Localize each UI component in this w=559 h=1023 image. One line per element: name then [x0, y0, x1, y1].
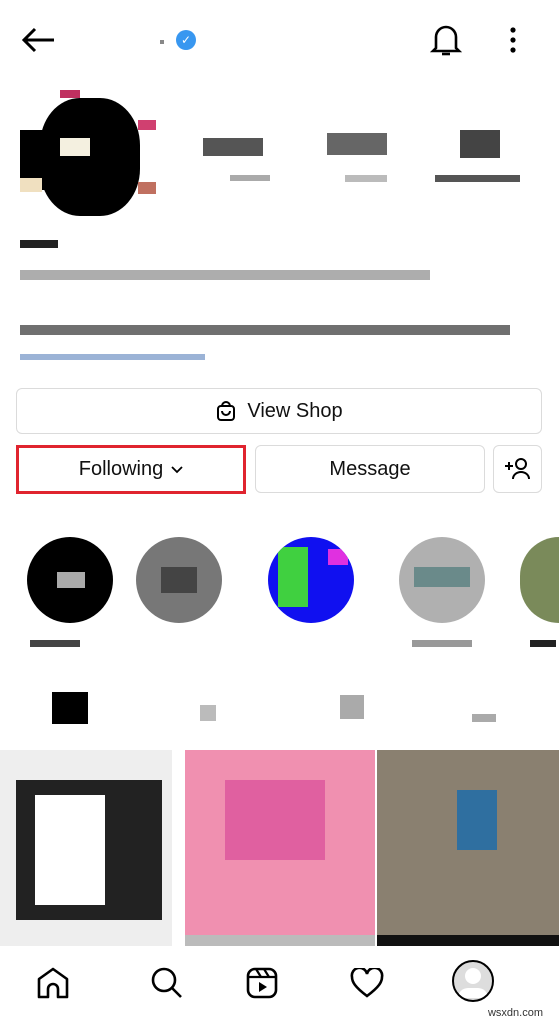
search-icon[interactable]: [150, 966, 184, 1000]
story-highlight[interactable]: [136, 537, 222, 623]
home-icon[interactable]: [36, 966, 70, 1000]
bottom-navigation: wsxdn.com: [0, 946, 559, 1023]
more-options-button[interactable]: [500, 22, 526, 58]
vertical-dots-icon: [510, 27, 516, 53]
bell-icon: [430, 25, 462, 56]
story-highlight-partial[interactable]: [520, 537, 559, 623]
story-highlight[interactable]: [268, 537, 354, 623]
view-shop-button[interactable]: View Shop: [16, 388, 542, 434]
tab-tagged[interactable]: [472, 714, 496, 722]
profile-avatar[interactable]: [20, 90, 158, 220]
watermark: wsxdn.com: [487, 1007, 543, 1019]
back-button[interactable]: [18, 22, 58, 58]
shopping-bag-icon: [217, 401, 236, 421]
username-redacted: [160, 40, 164, 44]
tab-grid[interactable]: [52, 692, 88, 724]
notifications-button[interactable]: [426, 20, 466, 60]
heart-icon[interactable]: [350, 968, 384, 998]
story-highlight[interactable]: [27, 537, 113, 623]
tab-shop[interactable]: [340, 695, 364, 719]
add-person-icon: [504, 458, 530, 480]
tab-reels[interactable]: [200, 705, 216, 721]
profile-avatar-nav[interactable]: [452, 960, 494, 1002]
post-thumbnail[interactable]: [0, 750, 172, 946]
verified-badge-icon: ✓: [176, 30, 196, 50]
post-thumbnail[interactable]: [185, 750, 375, 946]
post-thumbnail[interactable]: [377, 750, 559, 946]
reels-icon[interactable]: [246, 966, 278, 1000]
arrow-left-icon: [21, 27, 54, 53]
suggested-people-button[interactable]: [493, 445, 542, 493]
view-shop-label: View Shop: [247, 399, 343, 422]
message-button[interactable]: Message: [255, 445, 485, 493]
message-label: Message: [329, 457, 411, 480]
story-highlight[interactable]: [399, 537, 485, 623]
following-highlight-box: [16, 445, 246, 494]
